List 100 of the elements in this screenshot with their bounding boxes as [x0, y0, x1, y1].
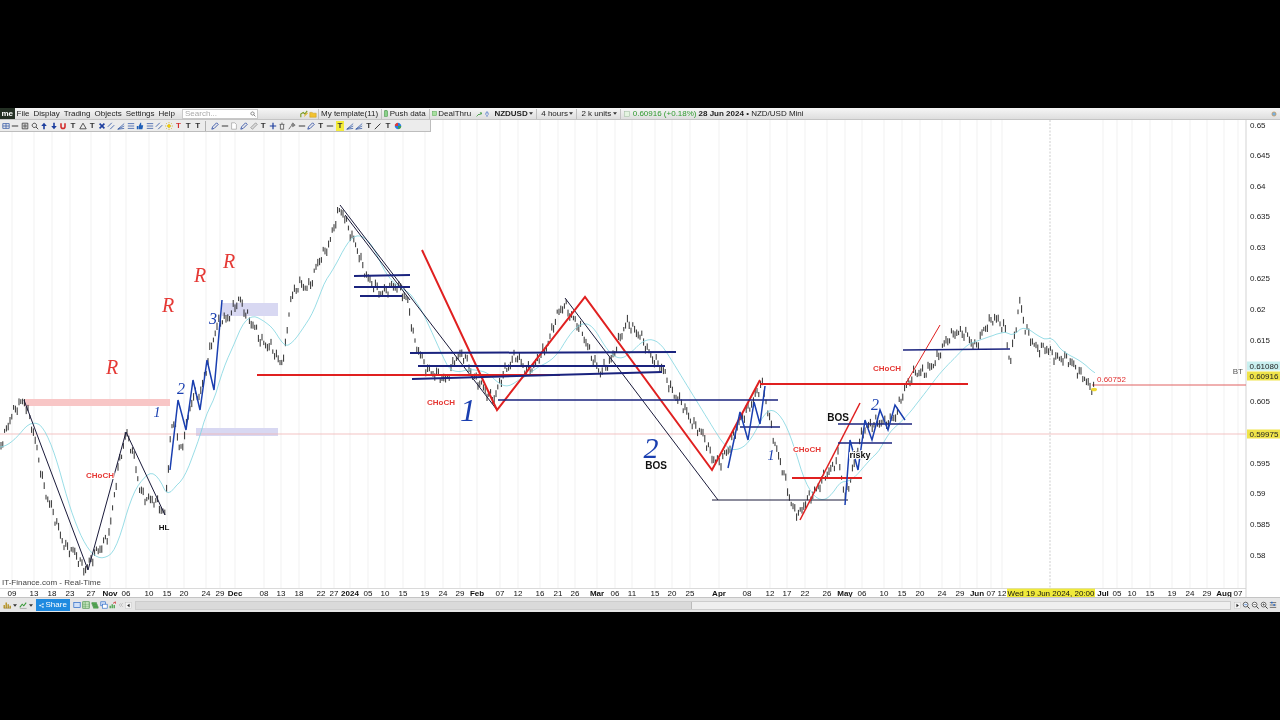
- time-axis-label: 29: [1202, 588, 1212, 597]
- zoom-out-icon[interactable]: [1251, 601, 1259, 609]
- price-axis-label: 0.625: [1250, 273, 1271, 283]
- text-tool-button[interactable]: T: [88, 120, 97, 131]
- time-axis-label: 12: [765, 588, 775, 597]
- folder-icon[interactable]: [309, 109, 317, 118]
- table-icon[interactable]: [81, 601, 90, 609]
- time-axis-label: 06: [610, 588, 620, 597]
- pencil-chart-icon[interactable]: [300, 109, 308, 118]
- text-tool-button[interactable]: T: [259, 120, 268, 131]
- parallel-lines-icon[interactable]: [155, 121, 164, 130]
- app-logo: me: [0, 108, 15, 119]
- caret-icon: [529, 112, 534, 115]
- time-axis-label: 10: [144, 588, 154, 597]
- time-axis-label: 24: [438, 588, 448, 597]
- time-axis-label: 05: [1112, 588, 1122, 597]
- time-axis-label: 09: [7, 588, 17, 597]
- text-tool-button[interactable]: T: [193, 120, 202, 131]
- scrollbar-thumb[interactable]: [135, 601, 692, 609]
- push-data-button[interactable]: Push data: [381, 108, 428, 119]
- circle-icon[interactable]: [1271, 110, 1277, 117]
- magnet-icon[interactable]: [59, 121, 68, 130]
- overlapping-windows-icon[interactable]: [99, 601, 108, 609]
- caret-icon[interactable]: [13, 603, 17, 607]
- menu-item[interactable]: Trading: [61, 108, 93, 119]
- time-axis-label: 15: [1145, 588, 1155, 597]
- highlight-text-tool-button[interactable]: T: [336, 120, 344, 131]
- up-arrow-icon[interactable]: [40, 121, 49, 130]
- settings-icon[interactable]: [1269, 601, 1277, 609]
- zoom-icon[interactable]: [30, 121, 39, 130]
- search-field[interactable]: Search...: [182, 108, 258, 119]
- menu-item[interactable]: File: [14, 108, 32, 119]
- window-icon[interactable]: [72, 601, 81, 609]
- grid-icon[interactable]: [1, 121, 10, 130]
- horizontal-lines-icon[interactable]: [126, 121, 135, 130]
- time-axis-label: 15: [897, 588, 907, 597]
- pencil-icon[interactable]: [240, 121, 249, 130]
- crosshair-icon[interactable]: [268, 121, 277, 130]
- price-axis-label: 0.62: [1250, 304, 1266, 314]
- time-axis-label: Jun: [969, 588, 985, 597]
- globe-icon[interactable]: [393, 121, 402, 130]
- left-arrow-icon[interactable]: [124, 601, 132, 609]
- down-arrow-icon[interactable]: [49, 121, 58, 130]
- pencil-icon[interactable]: [307, 121, 316, 130]
- time-axis-label: 07: [986, 588, 996, 597]
- battery-icon: [384, 110, 389, 117]
- time-axis-label: 10: [1127, 588, 1137, 597]
- cross-icon[interactable]: [97, 121, 106, 130]
- text-tool-button[interactable]: T: [316, 120, 325, 131]
- pencil-icon[interactable]: [211, 121, 220, 130]
- menu-item[interactable]: Help: [156, 108, 177, 119]
- time-axis-label: 06: [121, 588, 131, 597]
- text-tool-button[interactable]: T: [184, 120, 193, 131]
- text-tool-button[interactable]: T: [383, 120, 392, 131]
- right-arrow-icon[interactable]: [1234, 601, 1241, 609]
- thumbs-up-icon[interactable]: [136, 121, 145, 130]
- time-axis-label: 27: [86, 588, 96, 597]
- triangle-icon[interactable]: [78, 121, 87, 130]
- menu-item[interactable]: Display: [31, 108, 62, 119]
- size-dropdown[interactable]: 2 k units: [579, 108, 621, 119]
- menu-item[interactable]: Objects: [92, 108, 124, 119]
- fan-lines-icon[interactable]: [345, 121, 354, 130]
- time-axis-label: 24: [1185, 588, 1195, 597]
- pen-icon[interactable]: [374, 121, 383, 130]
- time-axis-label: 13: [276, 588, 286, 597]
- fan-lines-icon[interactable]: [355, 121, 364, 130]
- plug-icon[interactable]: [484, 110, 491, 117]
- text-tool-button[interactable]: T: [68, 120, 77, 131]
- price-axis-label: 0.58: [1250, 550, 1266, 560]
- time-axis-label: 26: [822, 588, 832, 597]
- time-axis-label: 21: [553, 588, 563, 597]
- time-axis-label: 29: [955, 588, 965, 597]
- menu-item[interactable]: Settings: [123, 108, 157, 119]
- frame-icon[interactable]: [21, 121, 29, 130]
- zoom-fit-icon[interactable]: [1242, 601, 1250, 609]
- time-axis-label: Apr: [712, 588, 726, 597]
- trend-arrow-icon[interactable]: [476, 110, 483, 117]
- trash-icon[interactable]: [278, 121, 287, 130]
- chart-up-icon[interactable]: [108, 601, 117, 609]
- text-tool-button[interactable]: T: [174, 120, 183, 131]
- time-axis-label: 15: [398, 588, 408, 597]
- time-axis-label: 23: [65, 588, 75, 597]
- time-axis-label: Mar: [589, 588, 605, 597]
- horizontal-lines-icon[interactable]: [145, 121, 154, 130]
- text-tool-button[interactable]: T: [364, 120, 373, 131]
- dealthru-button[interactable]: DealThru: [428, 108, 474, 119]
- timeframe-dropdown[interactable]: 4 hours: [539, 108, 578, 119]
- caret-icon[interactable]: [29, 603, 33, 607]
- layers-icon[interactable]: [90, 601, 99, 609]
- scrollbar-track[interactable]: [134, 600, 1231, 610]
- share-button[interactable]: Share: [36, 599, 70, 611]
- template-button[interactable]: My template(11): [318, 108, 381, 119]
- time-axis-label: Jul: [1097, 588, 1109, 597]
- symbol-dropdown[interactable]: NZDUSD: [492, 108, 538, 119]
- fan-lines-icon[interactable]: [116, 121, 125, 130]
- brush-icon[interactable]: [288, 121, 296, 130]
- zoom-in-icon[interactable]: [1260, 601, 1268, 609]
- time-axis-label: 26: [570, 588, 580, 597]
- last-price-label: 0.60752: [1097, 375, 1126, 384]
- time-axis-label: 24: [937, 588, 947, 597]
